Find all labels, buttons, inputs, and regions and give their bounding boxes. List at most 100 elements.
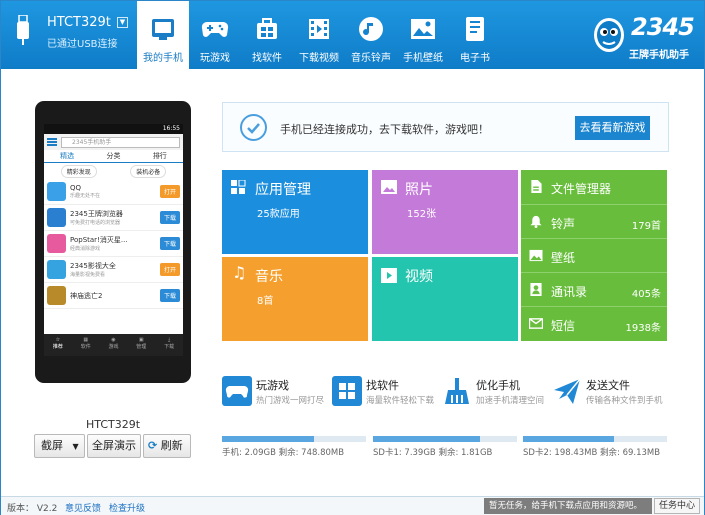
file-row-label: 通讯录: [551, 285, 588, 299]
app-icon: [47, 182, 66, 201]
connection-banner: 手机已经连接成功，去下载软件，游戏吧！ 去看看新游戏: [222, 102, 669, 152]
file-row-contacts[interactable]: 通讯录 405条: [521, 272, 667, 306]
nav-download-video[interactable]: 下载视频: [293, 1, 345, 69]
phone-search-box: 2345手机助手: [61, 136, 180, 148]
apps-icon: [253, 15, 281, 43]
tile-app-manager[interactable]: 应用管理 25款应用: [222, 170, 368, 254]
file-row-file-manager[interactable]: 文件管理器: [521, 170, 667, 204]
nav-ebooks[interactable]: 电子书: [449, 1, 501, 69]
game-tool-icon: [222, 376, 252, 406]
tool-play-games[interactable]: 玩游戏 热门游戏一网打尽: [222, 373, 332, 413]
tile-title: 照片: [405, 182, 433, 198]
tool-title: 玩游戏: [256, 379, 289, 392]
gamepad-icon: [201, 15, 229, 43]
tool-optimize-phone[interactable]: 优化手机 加速手机清理空间: [442, 373, 552, 413]
tile-count: 25款应用: [257, 209, 300, 220]
app-icon: [47, 286, 66, 305]
app-action-button: 打开: [159, 263, 180, 276]
music-note-icon: ♫: [232, 263, 247, 282]
app-action-button: 下载: [159, 211, 180, 224]
tile-count: 8首: [257, 296, 274, 307]
refresh-button[interactable]: ⟳ 刷新: [143, 434, 191, 458]
phone-nav-item: ▣ 管理: [136, 337, 147, 350]
file-row-label: 铃声: [551, 217, 576, 231]
app-name: QQ: [70, 184, 82, 192]
tool-title: 发送文件: [586, 379, 630, 392]
app-name: 2345王牌浏览器: [70, 210, 123, 218]
nav-label: 玩游戏: [200, 53, 230, 64]
phone-app-item: PopStar!消灭星... 经典消除游戏 下载: [44, 231, 183, 257]
chevron-down-icon[interactable]: ▼: [73, 442, 79, 451]
main-nav: 我的手机 玩游戏 找软件 下载视频 音乐铃声 手机壁纸 电子书: [137, 1, 501, 69]
storage-fill: [373, 436, 480, 442]
phone-app-item: 2345王牌浏览器 可免费打电话的浏览器 下载: [44, 205, 183, 231]
tool-send-file[interactable]: 发送文件 传输各种文件到手机: [552, 373, 663, 413]
mail-icon: [529, 318, 543, 329]
nav-label: 找软件: [252, 53, 282, 64]
check-circle-icon: [240, 114, 267, 141]
phone-chips: 精彩发现 装机必备: [44, 163, 183, 179]
connection-message: 手机已经连接成功，去下载软件，游戏吧！: [280, 123, 489, 136]
tile-photos[interactable]: 照片 152张: [372, 170, 518, 254]
app-text: 2345王牌浏览器 可免费打电话的浏览器: [70, 209, 160, 226]
wallpaper-small-icon: [529, 249, 543, 262]
app-desc: 海量影视免费看: [70, 272, 106, 278]
fullscreen-demo-button[interactable]: 全屏演示: [87, 434, 141, 458]
storage-fill: [222, 436, 315, 442]
screenshot-label: 截屏: [41, 439, 63, 452]
app-desc: 可免费打电话的浏览器: [70, 220, 121, 226]
nav-wallpapers[interactable]: 手机壁纸: [397, 1, 449, 69]
file-row-count: 179首: [631, 221, 661, 232]
tile-video[interactable]: 视频: [372, 257, 518, 341]
nav-music-ringtones[interactable]: 音乐铃声: [345, 1, 397, 69]
device-dropdown-button[interactable]: ▼: [117, 17, 128, 28]
file-row-wallpapers[interactable]: 壁纸: [521, 238, 667, 272]
check-update-link[interactable]: 检查升级: [109, 501, 145, 514]
screenshot-button[interactable]: 截屏 ▼: [34, 434, 85, 458]
nav-my-phone[interactable]: 我的手机: [137, 1, 189, 69]
phone-tab: 精选: [60, 152, 75, 160]
phone-status-bar: 16:55: [44, 124, 183, 134]
phone-nav-item: ⤓ 下载: [164, 337, 175, 350]
file-row-ringtones[interactable]: 铃声 179首: [521, 204, 667, 238]
app-text: 神庙逃亡2: [70, 291, 160, 301]
tool-title: 优化手机: [476, 379, 520, 392]
nav-find-software[interactable]: 找软件: [241, 1, 293, 69]
phone-app-list: QQ 乐趣无处不在 打开 2345王牌浏览器 可免费打电话的浏览器 下载 PopStar!消…: [44, 179, 183, 309]
grid-icon: [231, 180, 246, 194]
tile-title: 视频: [405, 269, 433, 285]
storage-fill: [523, 436, 614, 442]
phone-app-item: QQ 乐趣无处不在 打开: [44, 179, 183, 205]
phone-tabs: 精选 分类 排行: [44, 150, 183, 163]
device-name: HTCT329t: [47, 15, 111, 30]
tile-title: 应用管理: [255, 182, 311, 198]
phone-bottom-nav: ☆ 推荐 ▦ 软件 ◉ 游戏 ▣ 管理 ⤓ 下载: [44, 334, 183, 356]
file-row-sms[interactable]: 短信 1938条: [521, 306, 667, 340]
book-icon: [461, 15, 489, 43]
tool-find-software[interactable]: 找软件 海量软件轻松下载: [332, 373, 442, 413]
phone-chip: 装机必备: [130, 164, 167, 178]
app-text: 2345影视大全 海量影视免费看: [70, 261, 160, 278]
film-icon: [305, 15, 333, 43]
nav-label: 音乐铃声: [351, 53, 391, 64]
tool-subtitle: 海量软件轻松下载: [366, 396, 435, 406]
app-name: PopStar!消灭星...: [70, 236, 128, 244]
wallpaper-icon: [409, 15, 437, 43]
file-row-label: 文件管理器: [551, 182, 612, 196]
music-icon: [357, 15, 385, 43]
phone-chip: 精彩发现: [60, 164, 97, 178]
file-row-count: 1938条: [625, 323, 661, 334]
app-name: 神庙逃亡2: [70, 291, 103, 300]
tool-subtitle: 热门游戏一网打尽: [256, 396, 325, 406]
tile-music[interactable]: ♫ 音乐 8首: [222, 257, 368, 341]
phone-model-label: HTCT329t: [85, 418, 141, 431]
storage-bar-sd1: [373, 436, 517, 442]
view-new-games-button[interactable]: 去看看新游戏: [575, 116, 650, 140]
nav-label: 下载视频: [299, 53, 339, 64]
broom-icon: [445, 378, 469, 404]
nav-play-games[interactable]: 玩游戏: [189, 1, 241, 69]
feedback-link[interactable]: 意见反馈: [65, 501, 101, 514]
app-window: HTCT329t ▼ 已通过USB连接 我的手机 玩游戏 找软件 下载视频 音乐…: [0, 0, 705, 515]
task-center-button[interactable]: 任务中心: [654, 498, 700, 514]
mascot-logo: [594, 18, 624, 52]
